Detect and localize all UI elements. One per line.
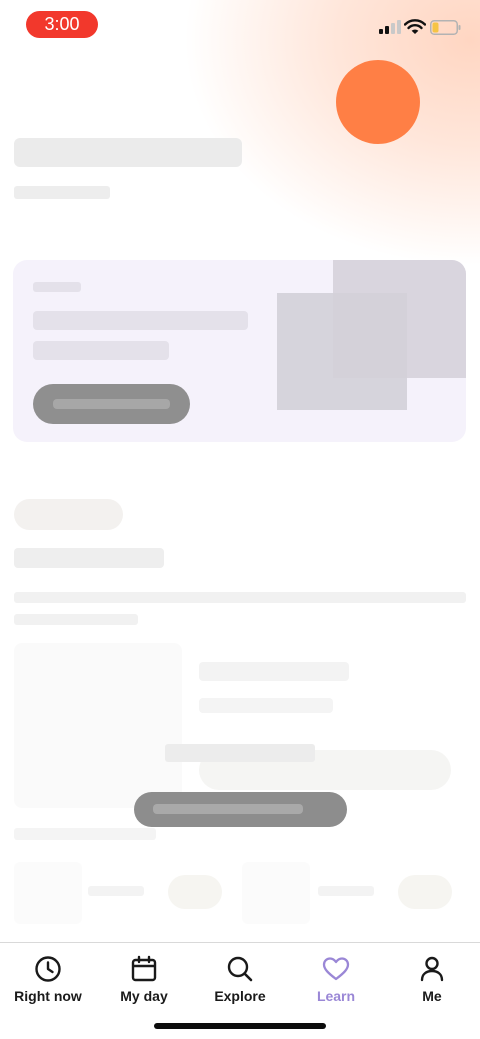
skeleton-promo-card (13, 260, 466, 442)
skeleton-line (14, 828, 156, 840)
skeleton-line (33, 311, 248, 330)
skeleton-line (33, 341, 169, 360)
skeleton-heading (14, 548, 164, 568)
skeleton-thumbnail (14, 862, 82, 924)
search-icon (227, 956, 253, 982)
skeleton-image (14, 643, 182, 808)
skeleton-subtitle (14, 186, 110, 199)
skeleton-title (14, 138, 242, 167)
status-bar: 3:00 (0, 0, 480, 50)
loading-toast-label (153, 804, 303, 814)
skeleton-button (33, 384, 190, 424)
tab-label: Me (422, 988, 442, 1004)
calendar-icon (131, 955, 157, 982)
loading-toast (134, 792, 347, 827)
skeleton-line (199, 698, 333, 713)
skeleton-chip (398, 875, 452, 909)
tab-label: Right now (14, 988, 82, 1004)
person-icon (420, 956, 444, 982)
heart-icon (322, 957, 350, 981)
tab-me[interactable]: Me (384, 955, 480, 1009)
skeleton-image (277, 293, 407, 410)
tab-learn[interactable]: Learn (288, 955, 384, 1009)
tab-explore[interactable]: Explore (192, 955, 288, 1009)
decorative-blob (336, 60, 420, 144)
clock-icon (35, 956, 61, 982)
skeleton-line (33, 282, 81, 292)
skeleton-chip (14, 499, 123, 530)
skeleton-line (14, 614, 138, 625)
tab-label: Learn (316, 988, 356, 1004)
skeleton-line (14, 592, 466, 603)
home-indicator[interactable] (154, 1023, 326, 1029)
tab-my-day[interactable]: My day (96, 955, 192, 1009)
skeleton-thumbnail (242, 862, 310, 924)
status-time: 3:00 (26, 11, 98, 38)
skeleton-line (318, 886, 374, 896)
skeleton-line (199, 662, 349, 681)
tab-right-now[interactable]: Right now (0, 955, 96, 1009)
skeleton-button-label (53, 399, 170, 409)
skeleton-line (165, 744, 315, 762)
wifi-icon (404, 19, 426, 34)
tab-label: My day (120, 988, 168, 1004)
cellular-signal-icon (379, 20, 401, 34)
skeleton-chip (168, 875, 222, 909)
battery-icon (430, 20, 461, 35)
tab-label: Explore (214, 988, 266, 1004)
skeleton-line (88, 886, 144, 896)
